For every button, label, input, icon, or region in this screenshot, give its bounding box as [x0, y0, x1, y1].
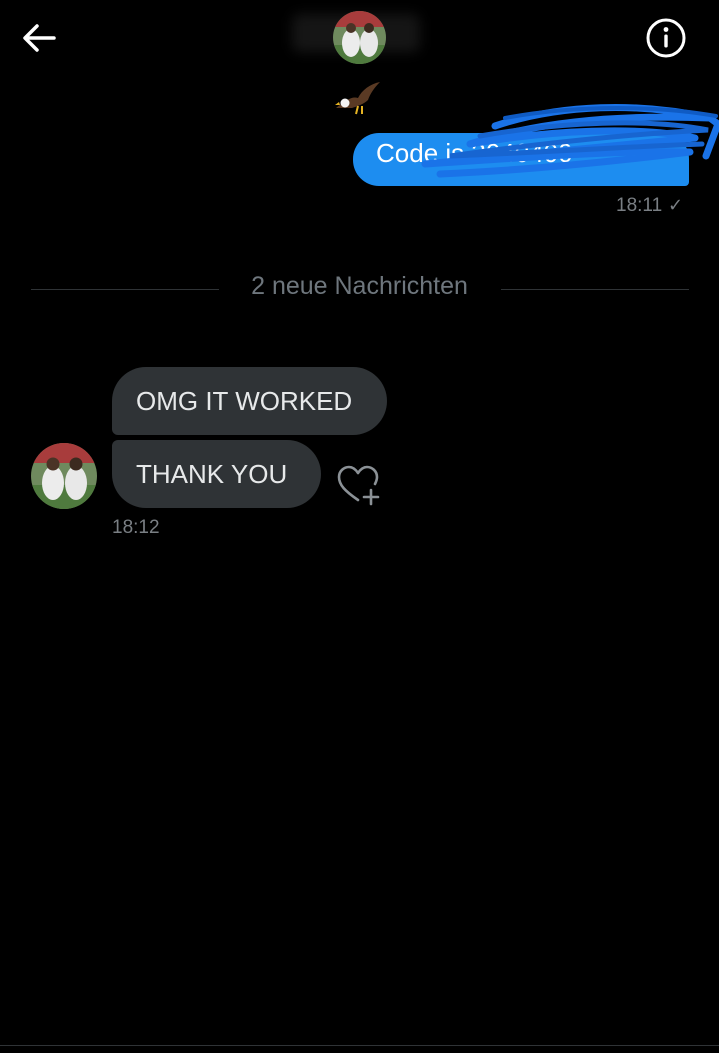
heart-plus-icon — [337, 465, 380, 506]
incoming-message-text: THANK YOU — [136, 459, 288, 489]
arrow-left-icon — [23, 24, 56, 52]
avatar — [333, 11, 386, 64]
eagle-icon — [335, 82, 380, 115]
incoming-message-bubble[interactable]: OMG IT WORKED — [112, 367, 387, 435]
info-icon — [646, 18, 686, 58]
add-reaction-button[interactable] — [335, 464, 381, 506]
back-button[interactable] — [18, 18, 60, 58]
info-button[interactable] — [644, 16, 688, 60]
outgoing-message-bubble[interactable]: Code is 3040400 — [353, 133, 689, 186]
avatar — [31, 443, 97, 509]
outgoing-message-text: Code is 3040400 — [376, 138, 573, 168]
incoming-timestamp: 18:12 — [112, 517, 160, 538]
header-avatar[interactable] — [333, 11, 386, 64]
bottom-divider — [0, 1045, 719, 1046]
eagle-sticker — [334, 78, 382, 120]
outgoing-timestamp: 18:11 — [616, 195, 663, 216]
incoming-message-bubble[interactable]: THANK YOU — [112, 440, 321, 508]
checkmark-icon: ✓ — [668, 195, 684, 215]
sender-avatar[interactable] — [31, 443, 97, 509]
new-messages-divider: 2 neue Nachrichten — [0, 272, 719, 301]
incoming-message-text: OMG IT WORKED — [136, 386, 353, 416]
new-messages-label: 2 neue Nachrichten — [235, 272, 484, 300]
